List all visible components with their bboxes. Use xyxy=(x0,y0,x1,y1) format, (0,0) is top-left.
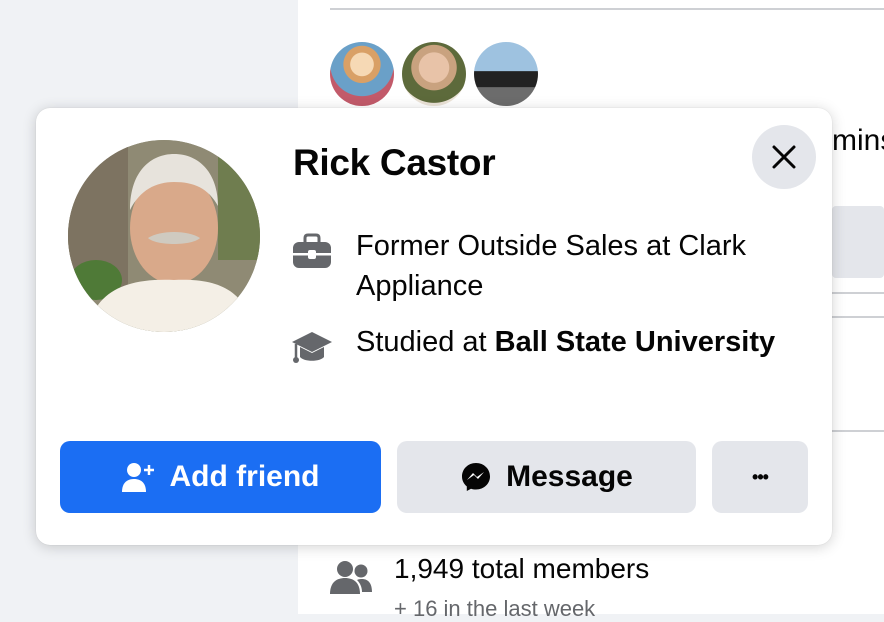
message-button[interactable]: Message xyxy=(397,441,696,513)
graduation-cap-icon xyxy=(292,332,332,363)
close-icon xyxy=(772,145,796,169)
briefcase-icon xyxy=(293,233,331,268)
divider xyxy=(832,430,884,432)
group-icon xyxy=(330,561,372,594)
message-label: Message xyxy=(506,460,633,493)
work-info: Former Outside Sales at Clark Appliance xyxy=(290,226,796,306)
education-prefix: Studied at xyxy=(356,326,495,358)
education-text: Studied at Ball State University xyxy=(356,322,796,362)
work-text: Former Outside Sales at Clark Appliance xyxy=(356,230,747,302)
profile-photo[interactable] xyxy=(68,140,260,332)
close-button[interactable] xyxy=(752,125,816,189)
divider xyxy=(832,292,884,294)
member-avatar[interactable] xyxy=(402,42,466,106)
more-icon: ••• xyxy=(752,466,769,487)
background-button-partial[interactable] xyxy=(832,206,884,278)
total-members-count: 1,949 total members xyxy=(394,553,650,584)
messenger-icon xyxy=(462,463,491,491)
new-members-count: + 16 in the last week xyxy=(394,596,596,621)
education-info: Studied at Ball State University xyxy=(290,322,796,370)
member-avatar[interactable] xyxy=(330,42,394,106)
admins-text-partial: mins xyxy=(832,124,884,157)
divider xyxy=(330,8,884,10)
more-options-button[interactable]: ••• xyxy=(712,441,808,513)
add-friend-button[interactable]: Add friend xyxy=(60,441,381,513)
add-friend-label: Add friend xyxy=(169,460,320,493)
add-person-icon xyxy=(121,463,154,492)
school-link[interactable]: Ball State University xyxy=(495,326,775,358)
member-avatar[interactable] xyxy=(474,42,538,106)
profile-name[interactable]: Rick Castor xyxy=(293,142,496,184)
divider xyxy=(832,316,884,318)
profile-hover-card: Rick Castor Former Outside Sales at Clar… xyxy=(36,108,832,545)
